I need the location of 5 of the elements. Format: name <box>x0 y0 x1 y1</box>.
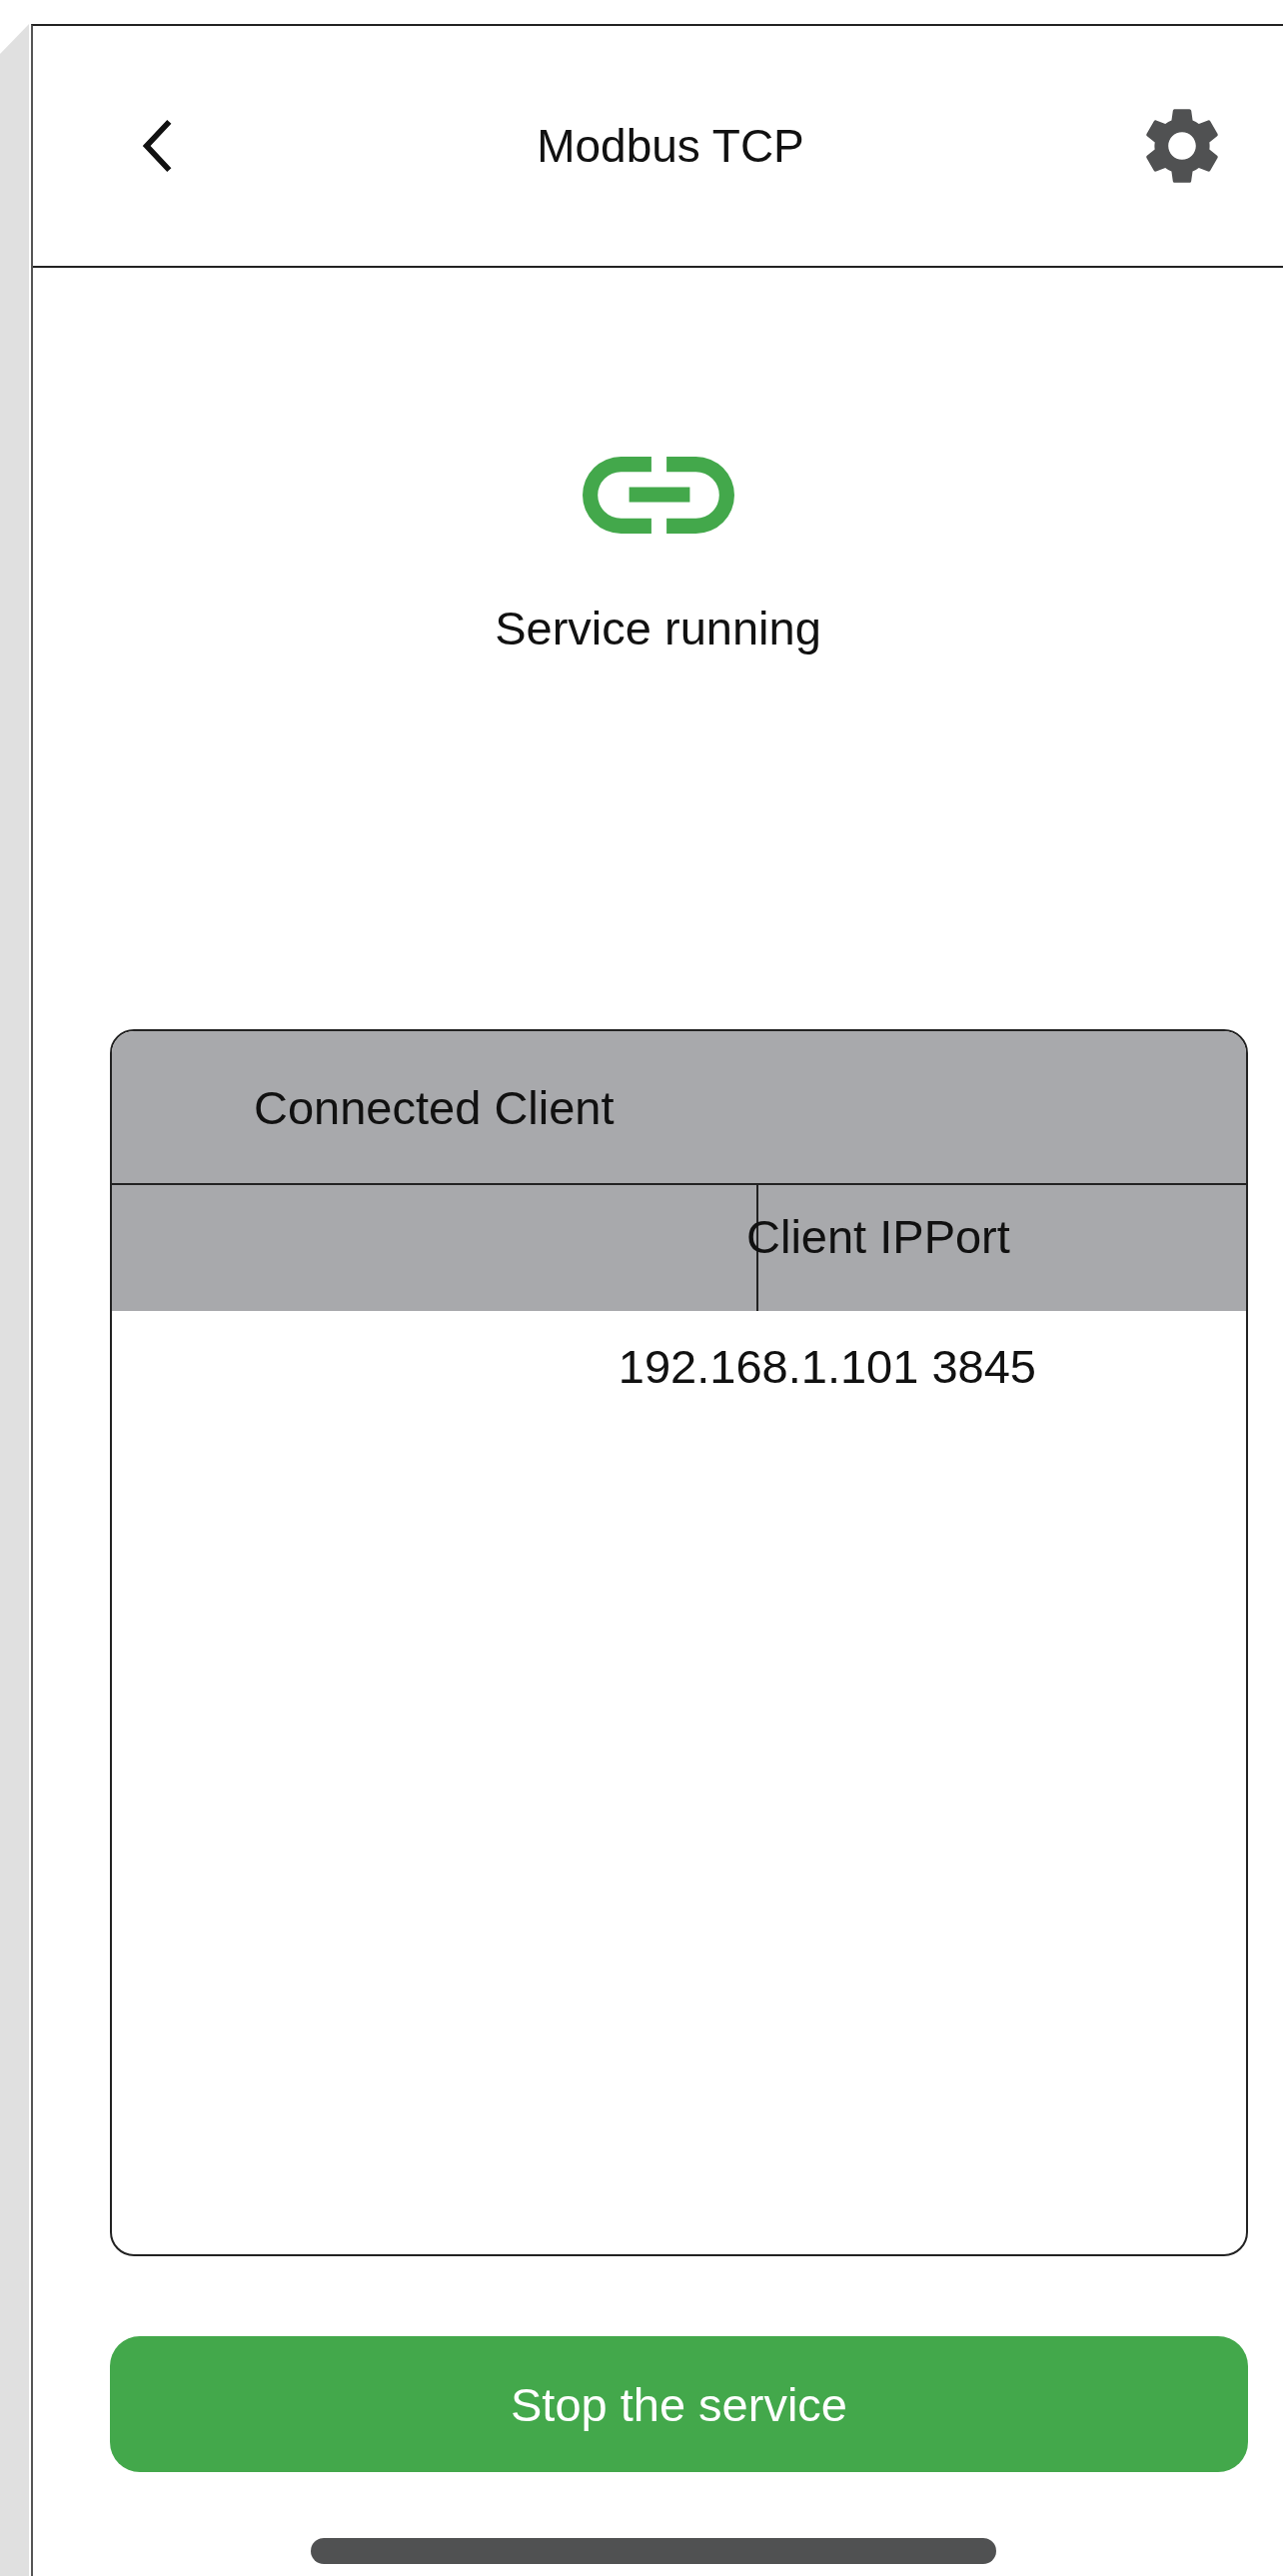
table-cell: 192.168.1.101 3845 <box>618 1339 1036 1394</box>
status-text: Service running <box>495 601 821 655</box>
stop-service-button[interactable]: Stop the service <box>110 2336 1248 2472</box>
screen-title: Modbus TCP <box>536 119 804 173</box>
table-title: Connected Client <box>254 1079 615 1135</box>
